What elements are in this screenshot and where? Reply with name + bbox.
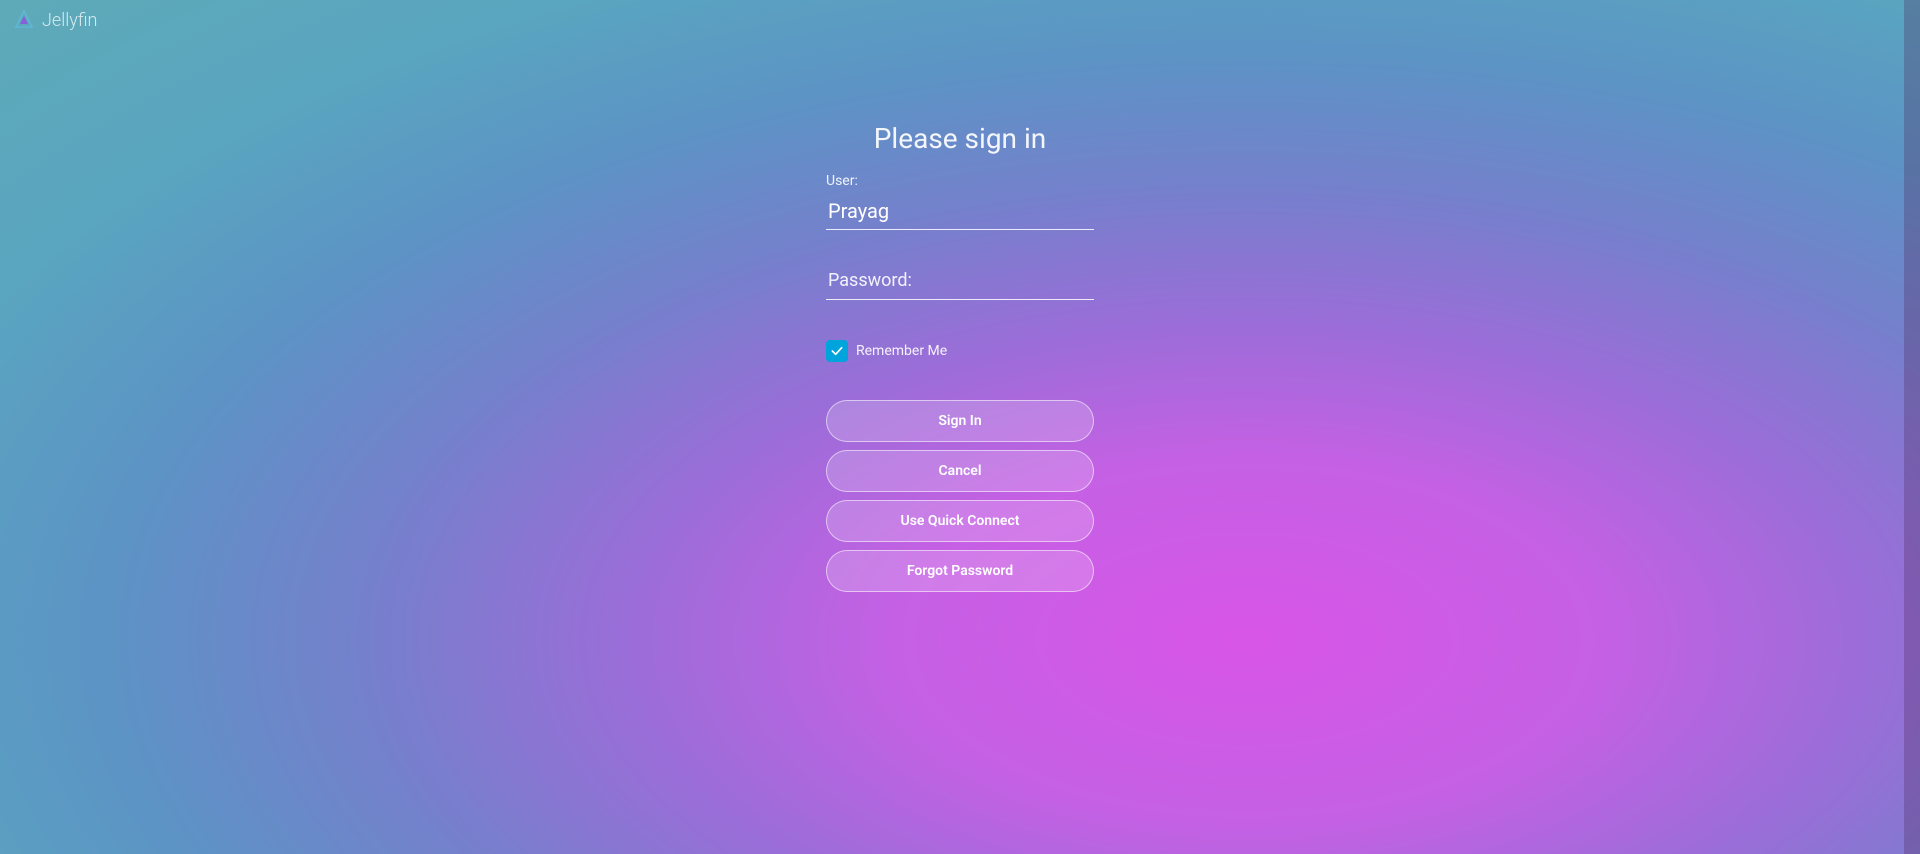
jellyfin-logo-icon (12, 8, 36, 32)
app-header: Jellyfin (12, 8, 97, 32)
scrollbar[interactable] (1904, 0, 1920, 854)
login-form: Please sign in User: Password: Remember … (826, 122, 1094, 600)
brand-name: Jellyfin (42, 10, 97, 31)
remember-me-label: Remember Me (856, 343, 947, 359)
user-input[interactable] (826, 195, 1094, 230)
checkmark-icon (829, 343, 845, 359)
remember-me-row: Remember Me (826, 340, 1094, 362)
user-label: User: (826, 173, 1094, 189)
page-title: Please sign in (826, 122, 1094, 155)
remember-me-checkbox[interactable] (826, 340, 848, 362)
cancel-button[interactable]: Cancel (826, 450, 1094, 492)
password-field-group: Password: (826, 266, 1094, 300)
forgot-password-button[interactable]: Forgot Password (826, 550, 1094, 592)
password-label[interactable]: Password: (826, 266, 1094, 300)
signin-button[interactable]: Sign In (826, 400, 1094, 442)
user-field-group: User: (826, 173, 1094, 230)
quick-connect-button[interactable]: Use Quick Connect (826, 500, 1094, 542)
